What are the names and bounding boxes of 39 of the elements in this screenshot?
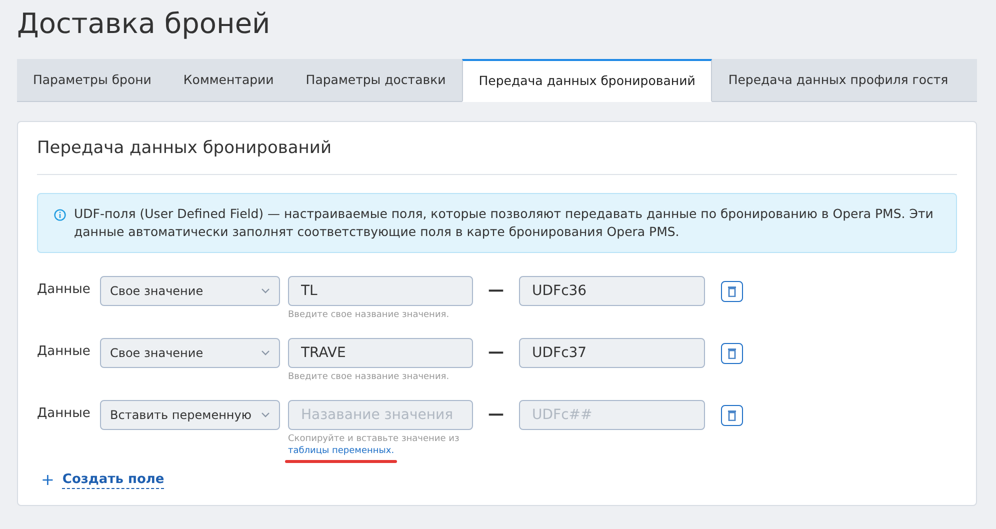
type-dropdown[interactable]: Свое значение (100, 338, 280, 368)
tab[interactable]: Параметры брони (17, 59, 168, 101)
tab[interactable]: Передача данных профиля гостя (712, 59, 964, 101)
trash-icon (728, 348, 736, 358)
tab[interactable]: Передача данных бронирований (462, 59, 712, 102)
type-dropdown[interactable]: Свое значение (100, 276, 280, 306)
hint-text: Введите свое название значения. (288, 370, 450, 382)
row-label: Данные (37, 404, 92, 422)
info-text: UDF-поля (User Defined Field) — настраиваемые поля, которые позволяют передавать данные по бронированию в Opera PMS. Эти данные автоматически заполнят соответствующие поля в карте бронирования Opera PMS. (74, 204, 934, 240)
delete-button[interactable] (721, 404, 743, 426)
page-title: Доставка броней (17, 6, 272, 42)
separator-dash: — (487, 402, 505, 424)
type-dropdown[interactable]: Вставить переменную (100, 400, 280, 430)
tab[interactable]: Комментарии (167, 59, 290, 101)
input-field[interactable]: TRAVE (288, 338, 473, 368)
trash-icon (728, 410, 736, 420)
section-title: Передача данных бронирований (37, 136, 957, 174)
separator-dash: — (487, 278, 505, 300)
create-field-link[interactable]: Создать поле (62, 472, 164, 488)
input-field[interactable]: UDFc## (519, 400, 705, 430)
input-field[interactable]: UDFc37 (519, 338, 705, 368)
hint-text: Скопируйте и вставьте значение из (288, 432, 460, 444)
variables-table-link[interactable]: таблицы переменных. (288, 446, 394, 456)
chevron-down-icon (261, 412, 270, 418)
separator-dash: — (487, 340, 505, 362)
input-field[interactable]: Назавание значения (288, 400, 473, 430)
trash-icon (728, 286, 736, 296)
row-label: Данные (37, 342, 92, 360)
chevron-down-icon (261, 288, 270, 294)
plus-icon: + (41, 472, 54, 488)
info-icon (54, 208, 66, 220)
row-label: Данные (37, 280, 92, 298)
chevron-down-icon (261, 350, 270, 356)
input-field[interactable]: UDFc36 (519, 276, 705, 306)
input-field[interactable]: TL (288, 276, 473, 306)
tab[interactable]: Параметры доставки (290, 59, 462, 101)
delete-button[interactable] (721, 342, 743, 364)
delete-button[interactable] (721, 280, 743, 302)
hint-text: Введите свое название значения. (288, 308, 450, 320)
